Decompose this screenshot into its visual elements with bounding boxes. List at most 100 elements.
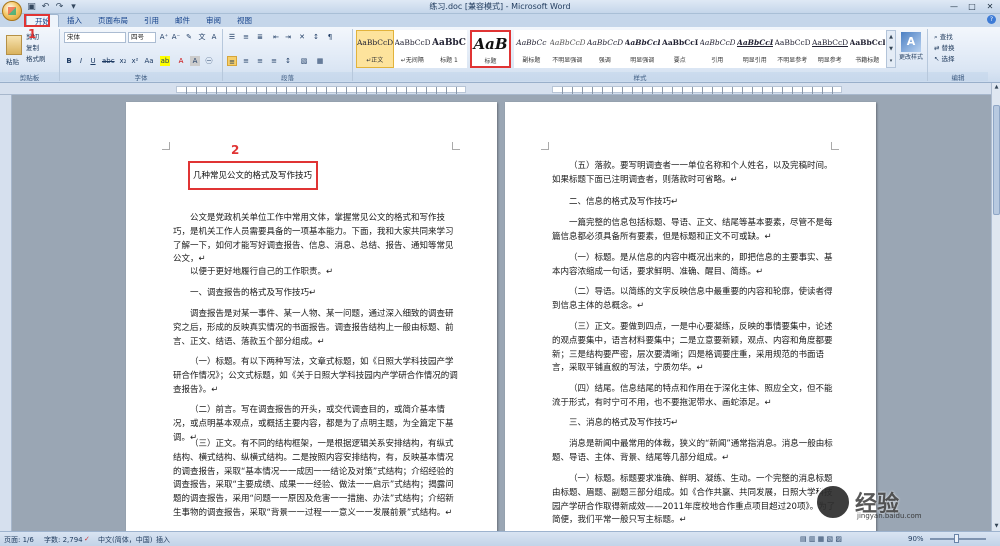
- minimize-icon[interactable]: —: [946, 1, 962, 12]
- italic-icon[interactable]: I: [76, 56, 86, 66]
- paragraph[interactable]: （三）正文。有不同的结构框架，一是根据逻辑关系安排结构，有纵式结构、横式结构、纵…: [173, 438, 458, 521]
- view-buttons[interactable]: ▤ ▥ ▦ ▧ ▨: [800, 535, 842, 543]
- paragraph[interactable]: （一）标题。是从信息的内容中概况出来的，即把信息的主要事实、基本内容浓缩成一句话…: [552, 252, 837, 280]
- style-strong[interactable]: AaBbCcDc要点: [661, 30, 699, 68]
- paragraph[interactable]: （三）正文。要做到四点，一是中心要凝练，反映的事情要集中，论述的观点要集中，语言…: [552, 321, 837, 376]
- zoom-level[interactable]: 90%: [908, 535, 924, 543]
- select-button[interactable]: ↖ 选择: [934, 54, 955, 64]
- styles-gallery-scroll[interactable]: ▲ ▼ ▾: [886, 30, 896, 68]
- help-icon[interactable]: ?: [987, 15, 996, 24]
- sort-icon[interactable]: ↕: [311, 32, 321, 42]
- chinese-layout-icon[interactable]: ✕: [297, 32, 307, 42]
- style-intense-reference[interactable]: AaBbCcDc明显参考: [811, 30, 849, 68]
- style-book-title[interactable]: AaBbCcDc书籍标题: [848, 30, 886, 68]
- horizontal-ruler[interactable]: [0, 83, 1000, 95]
- section-heading[interactable]: 二、信息的格式及写作技巧↵: [552, 196, 837, 210]
- shrink-font-icon[interactable]: A⁻: [171, 32, 181, 42]
- underline-icon[interactable]: U: [88, 56, 98, 66]
- change-styles-button[interactable]: A 更改样式: [896, 30, 926, 68]
- phonetic-guide-icon[interactable]: 文: [197, 32, 207, 42]
- tab-mailings[interactable]: 邮件: [167, 14, 198, 27]
- tab-references[interactable]: 引用: [136, 14, 167, 27]
- subscript-icon[interactable]: x₂: [118, 56, 128, 66]
- paste-button[interactable]: 粘贴: [6, 57, 19, 67]
- numbering-icon[interactable]: ≡: [241, 32, 251, 42]
- close-icon[interactable]: ✕: [982, 1, 998, 12]
- paragraph[interactable]: 公文是党政机关单位工作中常用文体，掌握常见公文的格式和写作技巧，是机关工作人员需…: [173, 212, 458, 267]
- document-page-1[interactable]: 2 几种常见公文的格式及写作技巧 公文是党政机关单位工作中常用文体，掌握常见公文…: [126, 102, 497, 531]
- paragraph[interactable]: （一）标题。标题要求准确、鲜明、凝练、生动。一个完整的消息标题由标题、眉题、副题…: [552, 473, 837, 528]
- style-quote[interactable]: AaBbCcDc引用: [698, 30, 736, 68]
- char-shading-icon[interactable]: A: [190, 56, 200, 66]
- align-right-icon[interactable]: ≡: [255, 56, 265, 66]
- bullets-icon[interactable]: ☰: [227, 32, 237, 42]
- style-emphasis[interactable]: AaBbCcDc强调: [586, 30, 624, 68]
- paragraph[interactable]: （二）导语。以简练的文字反映信息中最重要的内容和轮廓，使读者得到信息主体的总概念…: [552, 286, 837, 314]
- maximize-icon[interactable]: □: [964, 1, 980, 12]
- scroll-down-icon[interactable]: ▼: [992, 522, 1000, 531]
- style-heading-1[interactable]: AaBbC 标题 1: [431, 30, 467, 68]
- section-heading[interactable]: 三、消息的格式及写作技巧↵: [552, 417, 837, 431]
- style-subtle-reference[interactable]: AaBbCcDc不明显参考: [773, 30, 811, 68]
- align-distributed-icon[interactable]: ≡: [269, 56, 279, 66]
- font-size-select[interactable]: 四号: [128, 32, 156, 43]
- format-painter-button[interactable]: 格式刷: [26, 54, 46, 64]
- office-button[interactable]: [2, 1, 22, 21]
- document-page-2[interactable]: （五）落款。要写明调查者一一单位名称和个人姓名，以及完稿时间。如果标题下面已注明…: [505, 102, 876, 531]
- tab-page-layout[interactable]: 页面布局: [90, 14, 136, 27]
- paragraph[interactable]: 消息是新闻中最常用的体裁，狭义的“新闻”通常指消息。消息一般由标题、导语、主体、…: [552, 438, 837, 466]
- enclose-char-icon[interactable]: ㊀: [204, 56, 214, 66]
- paragraph[interactable]: （五）落款。要写明调查者一一单位名称和个人姓名，以及完稿时间。如果标题下面已注明…: [552, 160, 837, 188]
- change-case-icon[interactable]: Aa: [144, 56, 154, 66]
- line-spacing-icon[interactable]: ↕: [283, 56, 293, 66]
- paragraph[interactable]: （一）标题。有以下两种写法，文章式标题，如《日照大学科技园产学研合作情况》；公文…: [173, 356, 458, 397]
- align-justify-icon[interactable]: ≡: [227, 56, 237, 66]
- language-indicator[interactable]: 中文(简体，中国): [98, 535, 152, 545]
- scroll-up-icon[interactable]: ▲: [992, 83, 1000, 92]
- vertical-ruler[interactable]: [0, 95, 12, 531]
- section-heading[interactable]: 一、调查报告的格式及写作技巧↵: [173, 287, 458, 301]
- paragraph[interactable]: 一篇完整的信息包括标题、导语、正文、结尾等基本要素，尽管不是每篇信息都必须具备所…: [552, 217, 837, 245]
- style-subtitle[interactable]: AaBbCc 副标题: [514, 30, 549, 68]
- insert-mode[interactable]: 插入: [156, 535, 170, 545]
- style-subtle-emphasis[interactable]: AaBbCcDc不明显强调: [548, 30, 586, 68]
- style-title[interactable]: AaB 标题: [469, 30, 512, 68]
- copy-button[interactable]: 复制: [26, 43, 39, 53]
- decrease-indent-icon[interactable]: ⇤: [271, 32, 281, 42]
- borders-icon[interactable]: ▦: [315, 56, 325, 66]
- replace-button[interactable]: ⇄ 替换: [934, 43, 955, 53]
- char-border-icon[interactable]: A: [209, 32, 219, 42]
- clear-format-icon[interactable]: ✎: [184, 32, 194, 42]
- show-marks-icon[interactable]: ¶: [325, 32, 335, 42]
- tab-insert[interactable]: 插入: [59, 14, 90, 27]
- tab-review[interactable]: 审阅: [198, 14, 229, 27]
- style-intense-quote[interactable]: AaBbCcDc明显引用: [736, 30, 774, 68]
- increase-indent-icon[interactable]: ⇥: [283, 32, 293, 42]
- style-no-spacing[interactable]: AaBbCcDc↵无间隔: [393, 30, 431, 68]
- page-count[interactable]: 页面: 1/6: [4, 535, 34, 545]
- word-count[interactable]: 字数: 2,794: [44, 535, 83, 545]
- scrollbar-thumb[interactable]: [993, 105, 1000, 215]
- paragraph[interactable]: （四）结尾。信息结尾的特点和作用在于深化主体、照应全文，但不能流于形式，有时宁可…: [552, 383, 837, 411]
- bold-icon[interactable]: B: [64, 56, 74, 66]
- shading-icon[interactable]: ▧: [299, 56, 309, 66]
- style-normal[interactable]: AaBbCcDc↵正文: [356, 30, 394, 68]
- highlight-icon[interactable]: ab: [160, 56, 170, 66]
- superscript-icon[interactable]: x²: [130, 56, 140, 66]
- proofing-icon[interactable]: ✓: [84, 535, 90, 543]
- font-name-select[interactable]: 宋体: [64, 32, 126, 43]
- grow-font-icon[interactable]: A⁺: [159, 32, 169, 42]
- zoom-slider-handle[interactable]: [954, 534, 959, 543]
- document-title[interactable]: 几种常见公文的格式及写作技巧: [193, 169, 312, 181]
- multilevel-list-icon[interactable]: ≣: [255, 32, 265, 42]
- paste-icon[interactable]: [6, 35, 22, 55]
- strikethrough-icon[interactable]: abc: [102, 56, 115, 66]
- paragraph[interactable]: 以便于更好地履行自己的工作职责。↵: [173, 266, 458, 280]
- find-button[interactable]: ⌕ 查找: [934, 32, 953, 42]
- paragraph[interactable]: 调查报告是对某一事件、某一人物、某一问题，通过深入细致的调查研究之后，形成的反映…: [173, 308, 458, 349]
- font-color-icon[interactable]: A: [176, 56, 186, 66]
- tab-view[interactable]: 视图: [229, 14, 260, 27]
- align-center-icon[interactable]: ≡: [241, 56, 251, 66]
- style-intense-emphasis[interactable]: AaBbCcDc明显强调: [623, 30, 661, 68]
- vertical-scrollbar[interactable]: ▲ ▼: [991, 83, 1000, 531]
